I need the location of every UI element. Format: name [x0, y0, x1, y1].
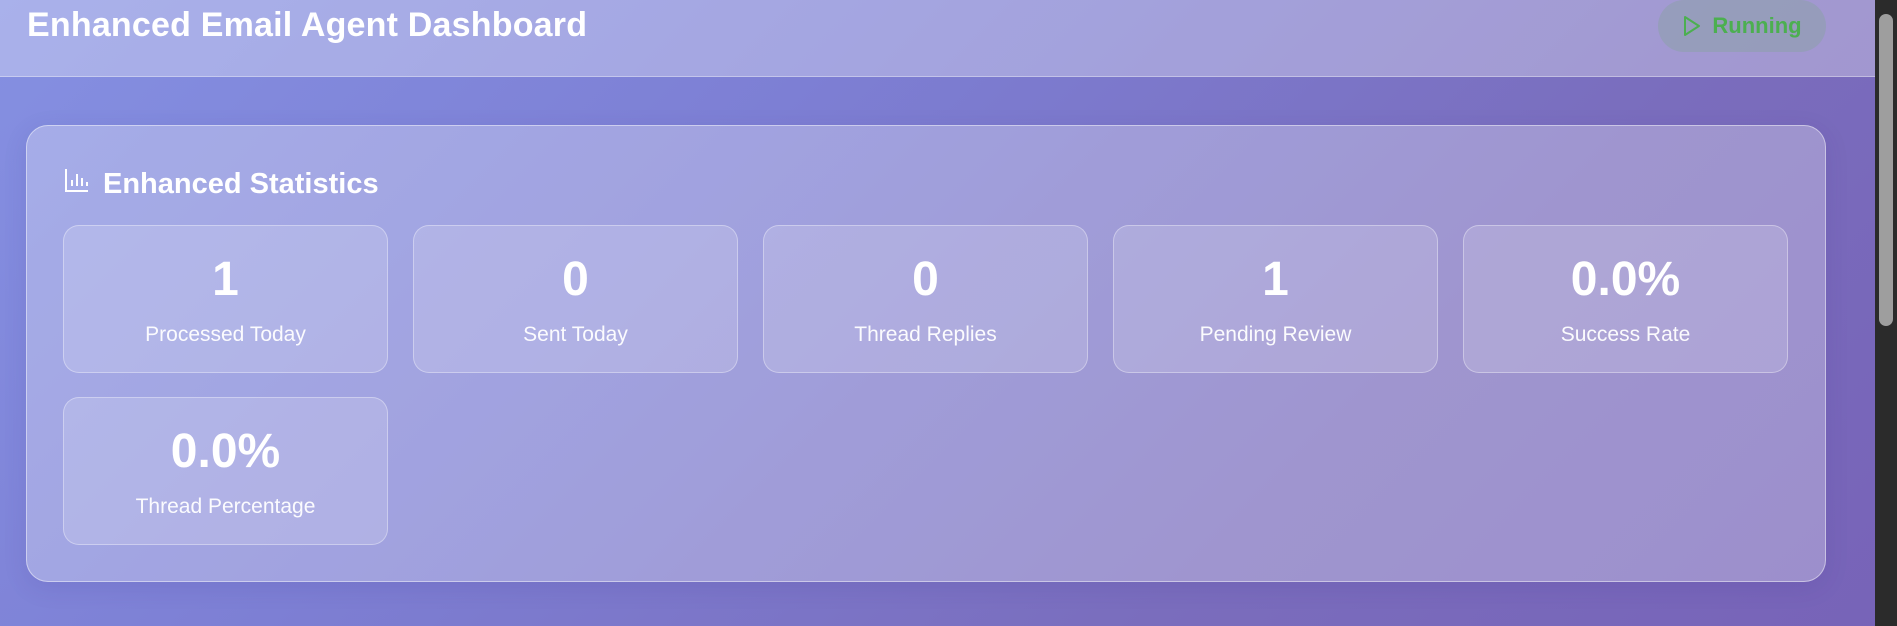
- dashboard-app: Enhanced Email Agent Dashboard Running E…: [0, 0, 1875, 626]
- stat-label: Processed Today: [145, 323, 306, 346]
- stat-label: Pending Review: [1199, 323, 1352, 346]
- play-icon: [1682, 15, 1702, 37]
- stat-label: Thread Percentage: [135, 495, 316, 518]
- running-status-button[interactable]: Running: [1658, 0, 1826, 52]
- dashboard-header: Enhanced Email Agent Dashboard Running: [0, 0, 1875, 77]
- stat-label: Sent Today: [523, 323, 628, 346]
- stat-card-sent-today: 0 Sent Today: [413, 225, 738, 373]
- stat-card-success-rate: 0.0% Success Rate: [1463, 225, 1788, 373]
- stat-value: 1: [1262, 253, 1289, 306]
- stat-label: Success Rate: [1560, 323, 1691, 346]
- stat-card-thread-percentage: 0.0% Thread Percentage: [63, 397, 388, 545]
- statistics-heading: Enhanced Statistics: [63, 166, 379, 202]
- stat-value: 1: [212, 253, 239, 306]
- enhanced-statistics-panel: Enhanced Statistics 1 Processed Today 0 …: [26, 125, 1826, 582]
- stat-value: 0.0%: [170, 425, 281, 478]
- stat-value: 0: [562, 253, 589, 306]
- vertical-scrollbar[interactable]: [1875, 0, 1897, 626]
- page-title: Enhanced Email Agent Dashboard: [27, 6, 588, 44]
- stat-card-processed-today: 1 Processed Today: [63, 225, 388, 373]
- stat-value: 0: [912, 253, 939, 306]
- stat-value: 0.0%: [1570, 253, 1681, 306]
- stat-card-thread-replies: 0 Thread Replies: [763, 225, 1088, 373]
- scrollbar-thumb[interactable]: [1879, 14, 1893, 326]
- bar-chart-icon: [63, 166, 91, 202]
- stat-label: Thread Replies: [854, 323, 997, 346]
- statistics-heading-label: Enhanced Statistics: [103, 167, 379, 200]
- stat-card-pending-review: 1 Pending Review: [1113, 225, 1438, 373]
- status-label: Running: [1712, 13, 1802, 38]
